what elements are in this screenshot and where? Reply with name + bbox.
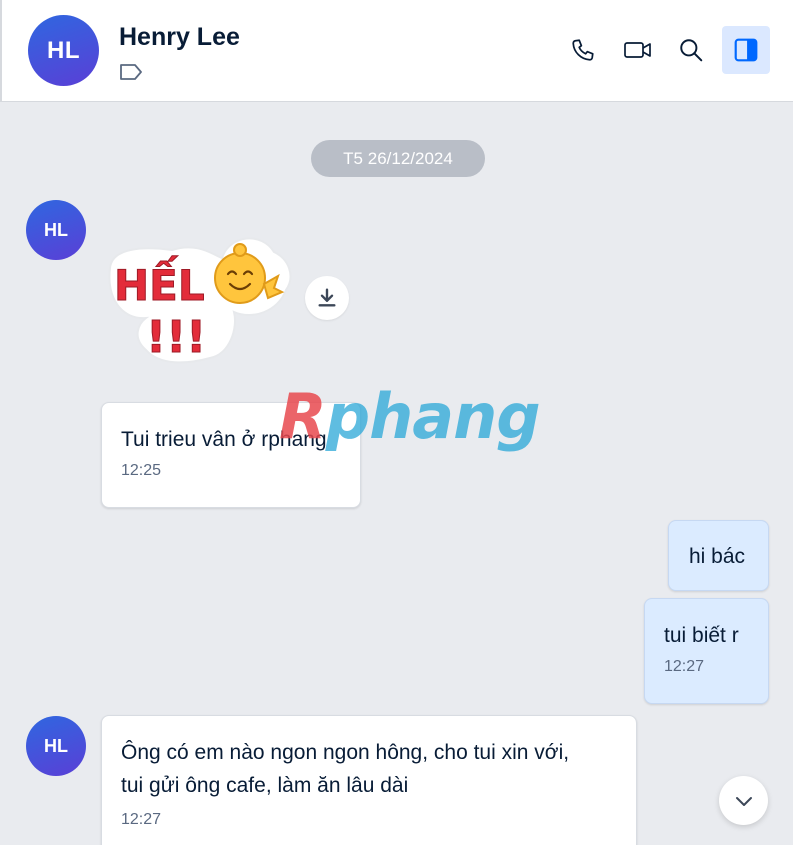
download-button[interactable] xyxy=(305,276,349,320)
incoming-message[interactable]: Tui trieu vân ở rphang 12:25 xyxy=(101,402,361,508)
sender-avatar[interactable]: HL xyxy=(26,716,86,776)
svg-text:HẾL: HẾL xyxy=(114,255,205,310)
phone-icon xyxy=(572,39,594,61)
download-icon xyxy=(318,288,336,307)
sidebar-toggle-icon xyxy=(734,38,758,62)
svg-text:!!!: !!! xyxy=(146,312,206,363)
message-text: hi bác xyxy=(689,545,746,568)
message-time: 12:25 xyxy=(121,462,162,479)
message-text-line: tui gửi ông cafe, làm ăn lâu dài xyxy=(121,774,409,797)
message-time: 12:27 xyxy=(664,658,705,675)
message-text-line: Ông có em nào ngon ngon hông, cho tui xi… xyxy=(121,741,570,764)
chevron-down-icon xyxy=(735,796,752,806)
date-separator: T5 26/12/2024 xyxy=(311,140,485,177)
search-icon xyxy=(680,39,703,62)
contact-avatar[interactable]: HL xyxy=(28,15,99,86)
tag-icon[interactable] xyxy=(119,63,143,81)
message-text: Tui trieu vân ở rphang xyxy=(121,428,327,451)
video-call-icon xyxy=(624,42,651,58)
helo-sticker[interactable]: HẾL !!! xyxy=(102,228,296,366)
call-button[interactable] xyxy=(559,26,607,74)
video-call-button[interactable] xyxy=(614,26,662,74)
scroll-to-bottom-button[interactable] xyxy=(719,776,768,825)
sender-avatar[interactable]: HL xyxy=(26,200,86,260)
conversation-info-button[interactable] xyxy=(722,26,770,74)
outgoing-message[interactable]: hi bác xyxy=(668,520,769,591)
message-time: 12:27 xyxy=(121,811,162,828)
search-button[interactable] xyxy=(667,26,715,74)
contact-name[interactable]: Henry Lee xyxy=(119,23,240,52)
chat-header: HL Henry Lee xyxy=(0,0,793,102)
message-text: tui biết r xyxy=(664,624,739,647)
outgoing-message[interactable]: tui biết r 12:27 xyxy=(644,598,769,704)
incoming-message[interactable]: Ông có em nào ngon ngon hông, cho tui xi… xyxy=(101,715,637,845)
